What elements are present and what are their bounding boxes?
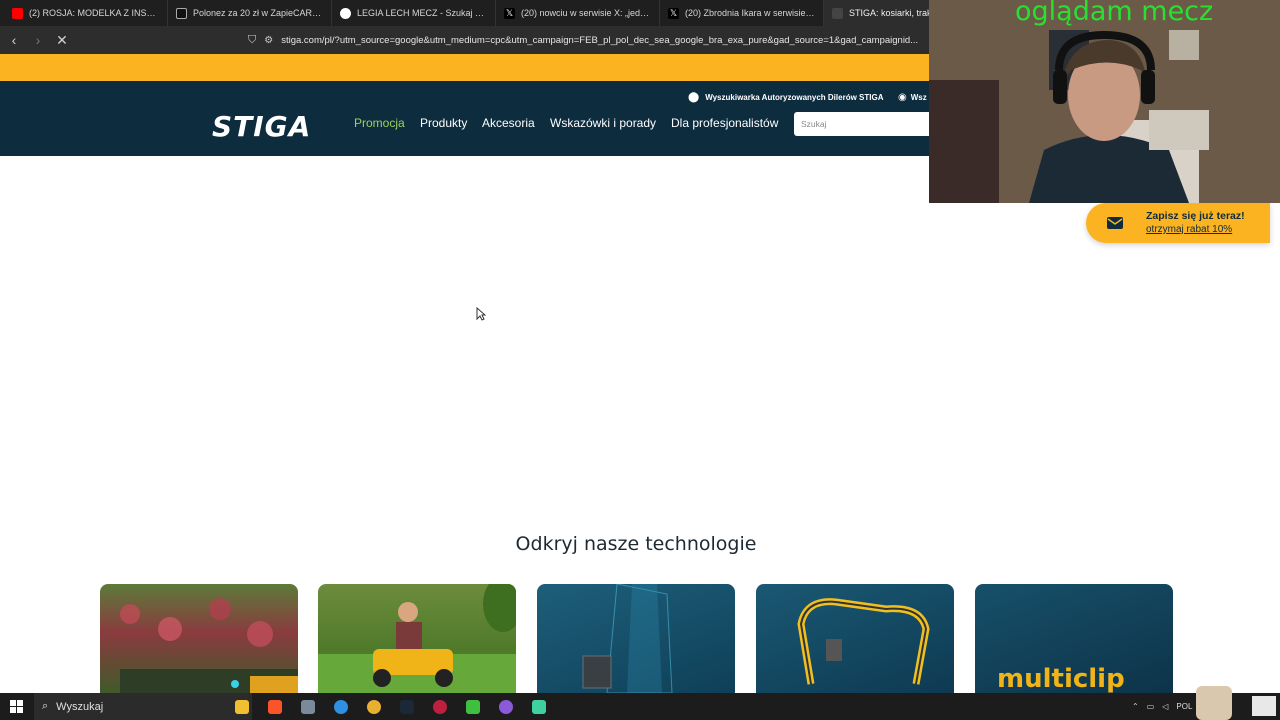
- browser-tab[interactable]: 𝕏(20) nowciu w serwisie X: „jedziemy z: [496, 0, 660, 26]
- menu-item-profesjonalisci[interactable]: Dla profesjonalistów: [671, 116, 778, 130]
- browser-tab[interactable]: (2) ROSJA: MODELKA Z INSTAGRAMA: [4, 0, 168, 26]
- app-icon[interactable]: [433, 700, 447, 714]
- app-icon[interactable]: [499, 700, 513, 714]
- steam-icon[interactable]: [400, 700, 414, 714]
- webcam-overlay: [929, 0, 1280, 203]
- search-input[interactable]: Szukaj: [794, 112, 930, 136]
- riding-mower-image: [318, 584, 516, 693]
- location-pin-icon: ⬤: [688, 92, 700, 103]
- language-indicator[interactable]: POL: [1176, 702, 1192, 711]
- chrome-icon[interactable]: [367, 700, 381, 714]
- browser-tab[interactable]: LEGIA LECH MECZ - Szukaj w Google: [332, 0, 496, 26]
- section-heading: Odkryj nasze technologie: [515, 533, 757, 555]
- chevron-up-icon[interactable]: ⌃: [1132, 702, 1139, 711]
- mower-handle-image: [797, 598, 930, 685]
- windows-start-icon[interactable]: [10, 700, 23, 713]
- url-text: stiga.com/pl/?utm_source=google&utm_medi…: [281, 34, 919, 46]
- mouse-cursor-icon: [476, 307, 486, 321]
- tech-card[interactable]: [100, 584, 298, 693]
- streamer-webcam-image: [929, 0, 1280, 203]
- taskbar: ⌕ Wyszukaj: [0, 693, 1280, 720]
- browser-tab[interactable]: 𝕏(20) Zbrodnia Ikara w serwisie X: „12: [660, 0, 824, 26]
- edge-icon[interactable]: [334, 700, 348, 714]
- promo-banner[interactable]: [0, 54, 930, 81]
- envelope-icon: [1107, 217, 1123, 229]
- system-tray: ⌃ ▭ ◁ POL: [1132, 693, 1192, 720]
- menu-item-akcesoria[interactable]: Akcesoria: [482, 116, 535, 130]
- google-icon: [340, 7, 351, 19]
- x-icon: 𝕏: [668, 7, 679, 19]
- tech-card[interactable]: [756, 584, 954, 693]
- wireframe-mower-image: [582, 584, 673, 693]
- youtube-icon: [12, 7, 23, 19]
- search-icon: ⌕: [42, 700, 49, 712]
- taskbar-search[interactable]: ⌕ Wyszukaj: [34, 693, 252, 720]
- stop-loading-icon[interactable]: ✕: [52, 30, 72, 50]
- multiclip-label: multiclip: [997, 664, 1125, 693]
- site-settings-icon[interactable]: ⚙: [264, 35, 273, 46]
- bookmark-icon[interactable]: ⛉: [248, 34, 256, 47]
- stiga-logo[interactable]: STIGA: [212, 110, 311, 143]
- stiga-favicon-icon: [832, 7, 843, 19]
- tech-card[interactable]: multiclip: [975, 584, 1173, 693]
- browser-tab[interactable]: Polonez za 20 zł w ZapieCARkach | T: [168, 0, 332, 26]
- app-icon[interactable]: [466, 700, 480, 714]
- x-icon: 𝕏: [504, 7, 515, 19]
- flowers-image: [120, 598, 298, 693]
- globe-icon: ◉: [898, 92, 907, 103]
- menu-item-produkty[interactable]: Produkty: [420, 116, 467, 130]
- address-bar[interactable]: ⛉ ⚙ stiga.com/pl/?utm_source=google&utm_…: [248, 30, 938, 50]
- brave-icon[interactable]: [268, 700, 282, 714]
- language-link[interactable]: ◉ Wsz: [898, 92, 927, 103]
- tech-card[interactable]: [537, 584, 735, 693]
- volume-icon[interactable]: ◁: [1162, 702, 1168, 711]
- menu-item-wskazowki[interactable]: Wskazówki i porady: [550, 116, 656, 130]
- stream-overlay-text: oglądam mecz: [1015, 0, 1214, 27]
- newsletter-discount-link[interactable]: otrzymaj rabat 10%: [1146, 224, 1232, 235]
- menu-item-promocja[interactable]: Promocja: [354, 116, 405, 130]
- app-icon[interactable]: [532, 700, 546, 714]
- clock-area[interactable]: [1252, 696, 1276, 716]
- tech-card[interactable]: [318, 584, 516, 693]
- tiktok-icon: [176, 7, 187, 19]
- forward-icon[interactable]: ›: [28, 30, 48, 50]
- newsletter-title: Zapisz się już teraz!: [1146, 210, 1245, 222]
- network-icon[interactable]: ▭: [1147, 702, 1155, 711]
- cat-sticker-image: [1196, 686, 1232, 720]
- file-explorer-icon[interactable]: [235, 700, 249, 714]
- dealer-locator-link[interactable]: ⬤ Wyszukiwarka Autoryzowanych Dilerów ST…: [688, 92, 883, 103]
- app-icon[interactable]: [301, 700, 315, 714]
- newsletter-signup[interactable]: Zapisz się już teraz! otrzymaj rabat 10%: [1086, 203, 1270, 243]
- back-icon[interactable]: ‹: [4, 30, 24, 50]
